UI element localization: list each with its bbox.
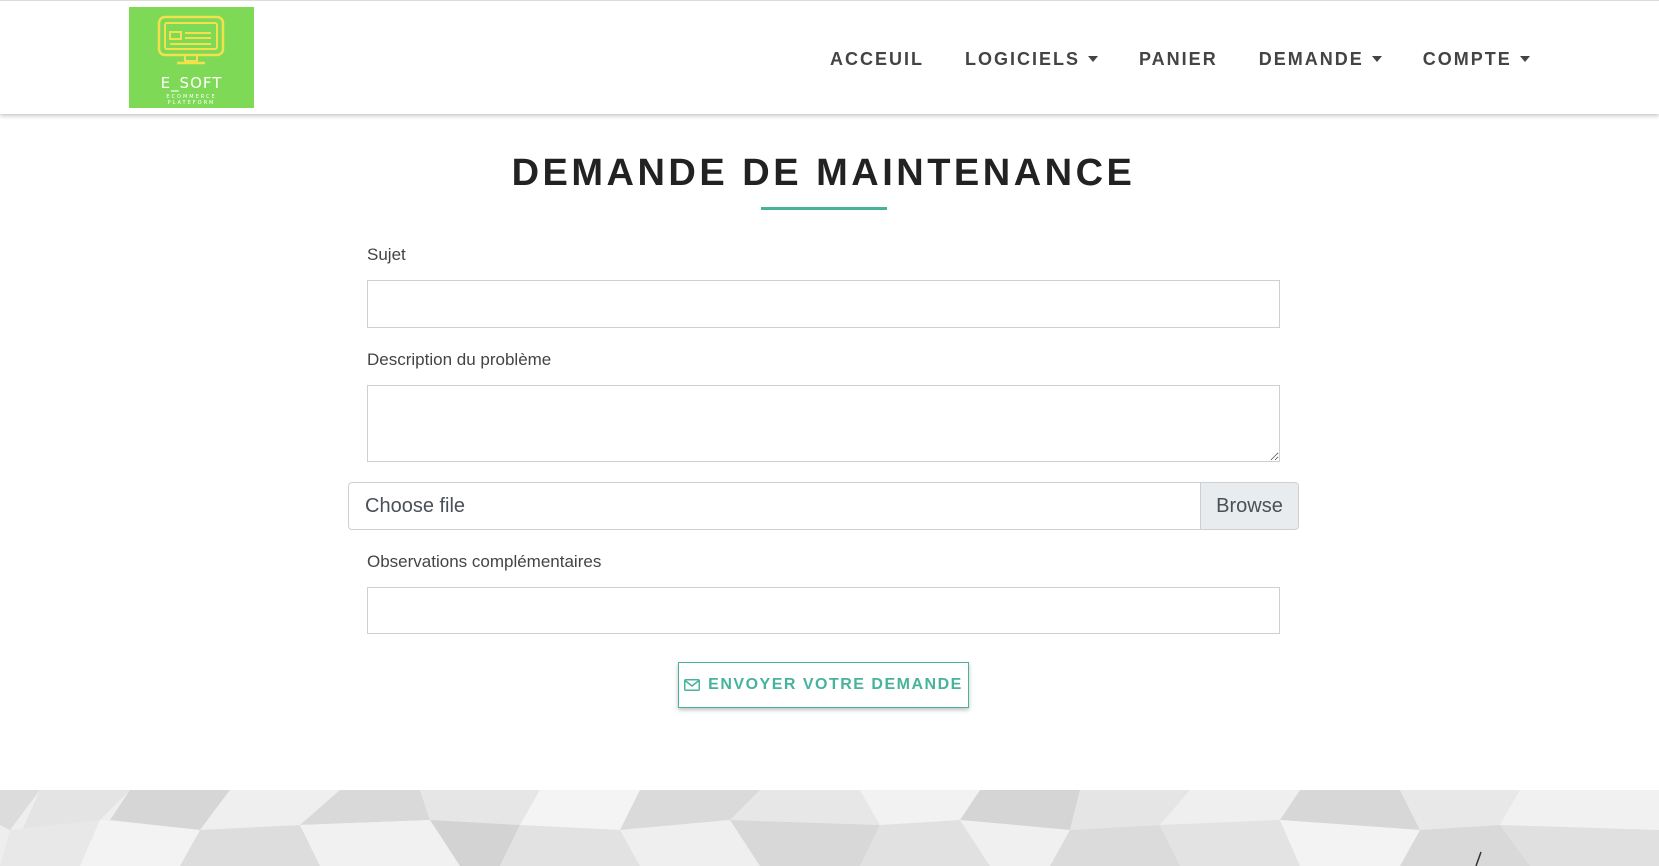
browse-button[interactable]: Browse (1200, 483, 1298, 529)
subject-label: Sujet (367, 245, 406, 264)
nav-item-label: DEMANDE (1258, 48, 1364, 69)
nav-item-demande[interactable]: DEMANDE (1259, 49, 1382, 70)
envelope-icon (684, 679, 701, 691)
nav-item-label: ACCEUIL (830, 48, 924, 69)
nav-item-compte[interactable]: COMPTE (1423, 49, 1530, 70)
logo-title: E_SOFT (160, 74, 223, 92)
file-input[interactable]: Choose file Browse (348, 482, 1299, 530)
main-nav: ACCEUIL LOGICIELS PANIER DEMANDE COMPTE (830, 47, 1530, 71)
submit-button-label: ENVOYER VOTRE DEMANDE (708, 676, 963, 693)
nav-item-label: LOGICIELS (965, 48, 1081, 69)
page-title: DEMANDE DE MAINTENANCE (511, 152, 1136, 194)
nav-item-acceuil[interactable]: ACCEUIL (830, 49, 924, 70)
site-header: E_SOFT ECOMMERCE PLATEFORM ACCEUIL LOGIC… (0, 0, 1659, 114)
nav-item-logiciels[interactable]: LOGICIELS (965, 48, 1099, 70)
caret-down-icon (1519, 56, 1530, 62)
logo-subtitle-line2: PLATEFORM (167, 100, 216, 106)
description-textarea[interactable] (367, 385, 1280, 462)
site-logo[interactable]: E_SOFT ECOMMERCE PLATEFORM (129, 7, 254, 108)
title-underline (761, 207, 887, 210)
observations-label: Observations complémentaires (367, 552, 602, 571)
caret-down-icon (1088, 56, 1099, 62)
caret-down-icon (1371, 56, 1382, 62)
nav-item-label: PANIER (1139, 48, 1218, 69)
nav-item-panier[interactable]: PANIER (1139, 49, 1218, 70)
logo-subtitle: ECOMMERCE PLATEFORM (129, 94, 254, 106)
monitor-icon (157, 15, 225, 65)
subject-input[interactable] (367, 280, 1280, 328)
submit-button[interactable]: ENVOYER VOTRE DEMANDE (678, 662, 969, 708)
footer-pattern (0, 790, 1659, 866)
file-input-placeholder: Choose file (365, 495, 466, 517)
nav-item-label: COMPTE (1422, 48, 1512, 69)
observations-input[interactable] (367, 587, 1280, 634)
description-label: Description du problème (367, 350, 552, 369)
